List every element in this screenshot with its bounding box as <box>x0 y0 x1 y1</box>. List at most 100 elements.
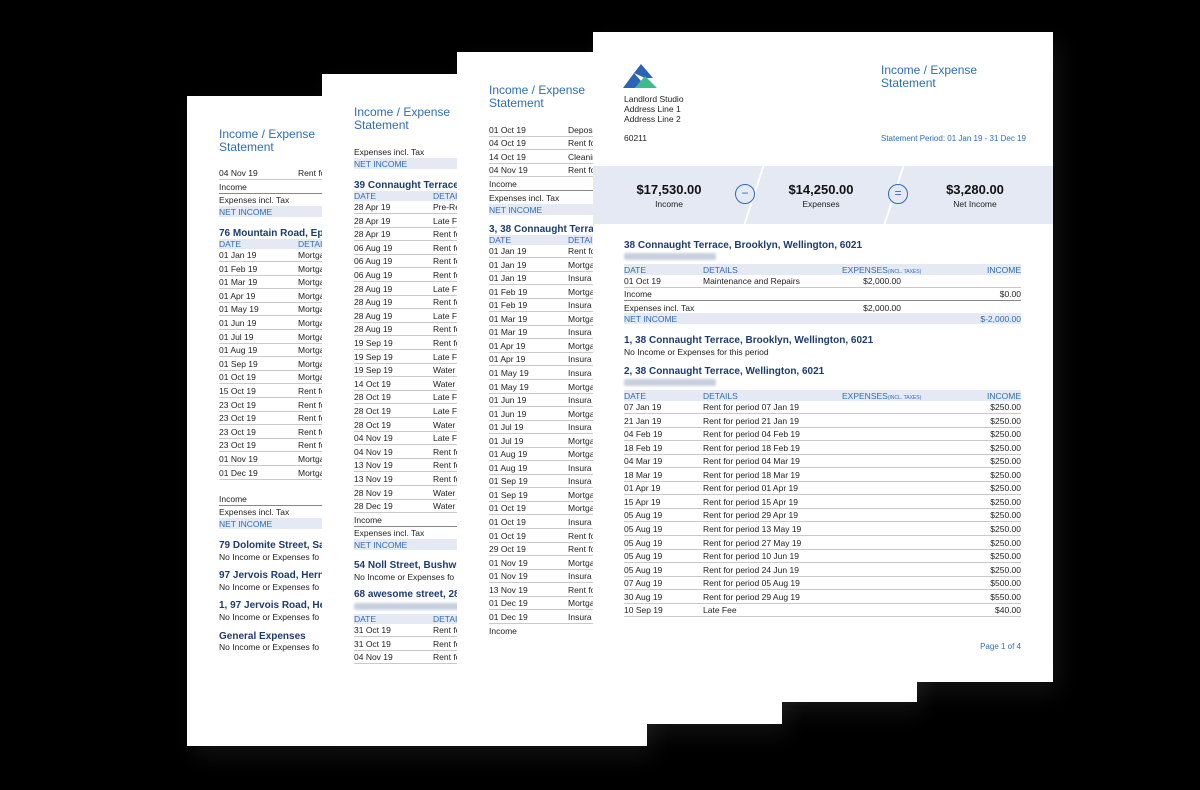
row-details: Mortga <box>298 304 325 315</box>
no-activity-text: No Income or Expenses fo <box>219 552 320 562</box>
row-details: Mortga <box>568 381 595 392</box>
row-details: Mortga <box>568 435 595 446</box>
row-details: Mortga <box>298 318 325 328</box>
row-date: 01 Oct 19 <box>624 276 661 286</box>
row-income: $250.00 <box>990 469 1021 480</box>
row-divider <box>354 362 464 364</box>
row-date: 01 Jun 19 <box>489 395 527 406</box>
company-name: Landlord Studio <box>624 94 684 104</box>
net-income-label: NET INCOME <box>624 314 678 324</box>
row-date: 01 Sep 19 <box>219 358 258 369</box>
row-details: Rent fo <box>568 138 596 149</box>
row-details: Late F <box>433 310 458 321</box>
row-divider <box>489 460 599 462</box>
row-date: 30 Aug 19 <box>624 591 663 602</box>
row-date: 05 Aug 19 <box>624 537 663 548</box>
row-date: 28 Apr 19 <box>354 229 391 240</box>
row-divider <box>489 176 599 178</box>
row-date: 28 Dec 19 <box>354 501 393 512</box>
row-details: Water <box>433 419 456 430</box>
row-date: 01 Apr 19 <box>624 483 661 494</box>
row-date: 01 Mar 19 <box>489 327 528 338</box>
row-date: 04 Nov 19 <box>219 168 258 178</box>
row-date: 04 Nov 19 <box>489 165 528 176</box>
divider <box>354 526 464 527</box>
row-details: Mortga <box>298 454 325 464</box>
row-details: Mortga <box>298 250 325 260</box>
row-details: Pre-Re <box>433 202 460 212</box>
property-heading: 79 Dolomite Street, Sa <box>219 540 325 551</box>
row-details: Mortga <box>298 277 325 288</box>
row-divider <box>219 478 329 480</box>
summary-income: $17,530.00 Income <box>613 166 725 224</box>
row-date: 01 Jul 19 <box>489 422 524 433</box>
row-date: 15 Apr 19 <box>624 496 661 507</box>
row-date: 29 Oct 19 <box>489 544 526 555</box>
row-date: 21 Jan 19 <box>624 415 662 426</box>
row-divider <box>489 541 599 543</box>
row-details: Insura <box>568 273 592 284</box>
row-date: 01 May 19 <box>489 381 529 392</box>
row-divider <box>624 426 1021 428</box>
row-divider <box>219 451 329 453</box>
row-details: Mortga <box>568 340 595 351</box>
row-divider <box>489 149 599 151</box>
row-divider <box>489 406 599 408</box>
row-divider <box>489 500 599 502</box>
income-label: Income <box>489 179 517 189</box>
row-divider <box>219 383 329 385</box>
row-details: Late F <box>433 283 458 294</box>
row-divider <box>489 582 599 584</box>
row-details: Mortga <box>298 331 325 342</box>
divider <box>624 287 1021 288</box>
row-details: Rent for period 15 Apr 19 <box>703 496 798 507</box>
row-details: Rent for period 10 Jun 19 <box>703 551 799 562</box>
property-heading: 68 awesome street, 28 <box>354 589 460 600</box>
redacted-email <box>354 603 460 610</box>
row-details: Mortga <box>298 263 325 274</box>
row-divider <box>219 465 329 466</box>
row-divider <box>624 521 1021 523</box>
row-date: 28 Apr 19 <box>354 215 391 226</box>
row-date: 01 Nov 19 <box>489 557 528 568</box>
divider <box>489 190 599 191</box>
row-date: 13 Nov 19 <box>354 474 393 484</box>
row-divider <box>354 649 464 651</box>
row-date: 01 Apr 19 <box>219 290 256 301</box>
statement-page-front: Landlord Studio Address Line 1 Address L… <box>593 32 1053 682</box>
expenses-caption: Expenses <box>802 199 840 209</box>
row-date: 04 Nov 19 <box>354 433 393 444</box>
landlord-studio-logo-icon <box>623 64 657 88</box>
row-date: 28 Apr 19 <box>354 202 391 212</box>
row-details: Late F <box>433 351 458 362</box>
row-divider <box>354 335 464 337</box>
row-date: 01 Apr 19 <box>489 340 526 351</box>
no-activity-text: No Income or Expenses fo <box>219 582 320 592</box>
row-details: Mortga <box>298 467 325 478</box>
row-date: 01 Oct 19 <box>489 530 526 541</box>
row-divider <box>354 349 464 350</box>
row-date: 01 Jul 19 <box>219 331 254 342</box>
row-date: 01 Sep 19 <box>489 476 528 487</box>
row-date: 04 Nov 19 <box>354 652 393 663</box>
date-header: DATE <box>354 191 377 201</box>
property-heading: 54 Noll Street, Bushwic <box>354 560 465 571</box>
row-date: 01 Sep 19 <box>489 489 528 500</box>
row-divider <box>624 480 1021 482</box>
row-divider <box>489 528 599 529</box>
row-divider <box>489 297 599 299</box>
row-details: Mortga <box>568 503 595 514</box>
row-details: Mortga <box>568 408 595 419</box>
row-date: 01 Feb 19 <box>219 263 258 274</box>
row-divider <box>354 444 464 446</box>
row-date: 01 Mar 19 <box>219 277 258 288</box>
row-divider <box>624 440 1021 442</box>
income-label: Income <box>489 626 517 636</box>
row-date: 07 Jan 19 <box>624 402 662 412</box>
row-divider <box>354 213 464 214</box>
row-divider <box>489 338 599 340</box>
row-date: 04 Mar 19 <box>624 456 663 467</box>
row-divider <box>489 311 599 313</box>
expenses-label: Expenses incl. Tax <box>624 303 695 313</box>
equals-icon: = <box>888 184 908 204</box>
